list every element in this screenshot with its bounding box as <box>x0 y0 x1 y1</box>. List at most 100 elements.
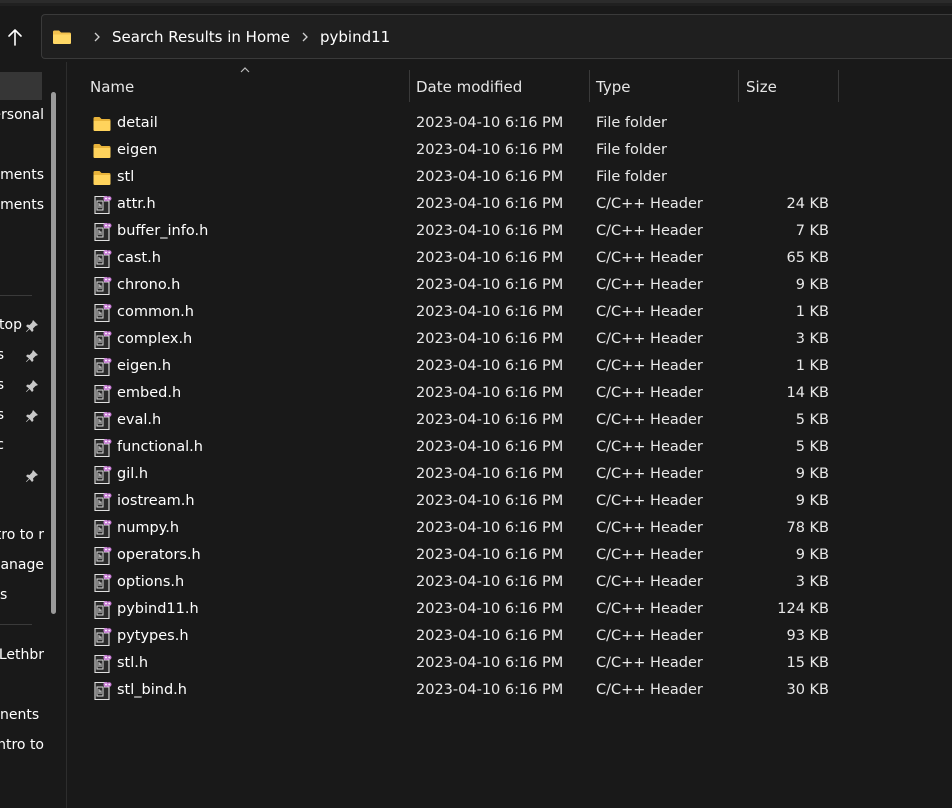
file-row[interactable]: stl_bind.h 2023-04-10 6:16 PM C/C++ Header… <box>67 678 952 705</box>
folder-icon <box>92 141 112 161</box>
nav-item[interactable]: Intro to <box>0 737 44 753</box>
file-row[interactable]: iostream.h 2023-04-10 6:16 PM C/C++ Header… <box>67 489 952 516</box>
file-row[interactable]: common.h 2023-04-10 6:16 PM C/C++ Header 1 … <box>67 300 952 327</box>
file-row[interactable]: operators.h 2023-04-10 6:16 PM C/C++ Heade… <box>67 543 952 570</box>
file-date-modified: 2023-04-10 6:16 PM <box>416 385 564 401</box>
breadcrumb-pybind11[interactable]: pybind11 <box>320 28 390 46</box>
column-header-name[interactable]: Name <box>90 70 134 104</box>
column-header-row: Name Date modified Type Size <box>67 70 952 104</box>
column-resize-handle[interactable] <box>589 70 590 102</box>
file-date-modified: 2023-04-10 6:16 PM <box>416 601 564 617</box>
file-type: C/C++ Header <box>596 439 703 455</box>
address-bar[interactable]: Search Results in Home pybind11 <box>41 14 952 59</box>
header-file-icon <box>92 303 112 323</box>
file-type: C/C++ Header <box>596 601 703 617</box>
file-row[interactable]: pybind11.h 2023-04-10 6:16 PM C/C++ Header… <box>67 597 952 624</box>
nav-item[interactable]: Desktop <box>0 317 22 333</box>
file-row[interactable]: buffer_info.h 2023-04-10 6:16 PM C/C++ Hea… <box>67 219 952 246</box>
column-resize-handle[interactable] <box>738 70 739 102</box>
file-date-modified: 2023-04-10 6:16 PM <box>416 196 564 212</box>
file-row[interactable]: stl.h 2023-04-10 6:16 PM C/C++ Header 15 KB <box>67 651 952 678</box>
nav-item[interactable]: Downloads <box>0 347 4 363</box>
chevron-right-icon[interactable] <box>302 32 308 42</box>
file-size: 15 KB <box>786 655 829 671</box>
nav-divider <box>0 295 32 296</box>
nav-item[interactable]: Intro to r <box>0 527 44 543</box>
column-header-date[interactable]: Date modified <box>416 70 522 104</box>
column-header-type[interactable]: Type <box>596 70 630 104</box>
nav-item[interactable]: Personal <box>0 107 44 123</box>
nav-item[interactable]: Attachments <box>0 197 44 213</box>
file-type: C/C++ Header <box>596 412 703 428</box>
file-type: C/C++ Header <box>596 223 703 239</box>
chevron-right-icon[interactable] <box>94 32 100 42</box>
file-date-modified: 2023-04-10 6:16 PM <box>416 520 564 536</box>
file-type: C/C++ Header <box>596 655 703 671</box>
file-type: C/C++ Header <box>596 385 703 401</box>
file-row[interactable]: numpy.h 2023-04-10 6:16 PM C/C++ Header 78 … <box>67 516 952 543</box>
file-row[interactable]: detail 2023-04-10 6:16 PM File folder <box>67 111 952 138</box>
nav-item[interactable]: Documents <box>0 377 4 393</box>
nav-item[interactable]: s <box>0 587 44 603</box>
file-row[interactable]: chrono.h 2023-04-10 6:16 PM C/C++ Header 9 … <box>67 273 952 300</box>
up-button[interactable] <box>0 18 30 56</box>
nav-divider <box>0 624 32 625</box>
column-resize-handle[interactable] <box>409 70 410 102</box>
nav-item[interactable]: Pictures <box>0 407 4 423</box>
breadcrumb-search-results[interactable]: Search Results in Home <box>112 28 290 46</box>
column-header-size[interactable]: Size <box>746 70 777 104</box>
file-date-modified: 2023-04-10 6:16 PM <box>416 682 564 698</box>
file-date-modified: 2023-04-10 6:16 PM <box>416 439 564 455</box>
file-name: complex.h <box>117 331 193 347</box>
file-date-modified: 2023-04-10 6:16 PM <box>416 574 564 590</box>
file-date-modified: 2023-04-10 6:16 PM <box>416 358 564 374</box>
file-name: cast.h <box>117 250 161 266</box>
nav-scrollbar[interactable] <box>51 92 56 614</box>
file-row[interactable]: attr.h 2023-04-10 6:16 PM C/C++ Header 24 K… <box>67 192 952 219</box>
file-date-modified: 2023-04-10 6:16 PM <box>416 277 564 293</box>
file-row[interactable]: functional.h 2023-04-10 6:16 PM C/C++ Head… <box>67 435 952 462</box>
file-row[interactable]: eigen.h 2023-04-10 6:16 PM C/C++ Header 1 K… <box>67 354 952 381</box>
header-file-icon <box>92 357 112 377</box>
file-name: embed.h <box>117 385 182 401</box>
header-file-icon <box>92 276 112 296</box>
file-row[interactable]: embed.h 2023-04-10 6:16 PM C/C++ Header 14 … <box>67 381 952 408</box>
file-date-modified: 2023-04-10 6:16 PM <box>416 655 564 671</box>
file-row[interactable]: cast.h 2023-04-10 6:16 PM C/C++ Header 65 K… <box>67 246 952 273</box>
file-name: pybind11.h <box>117 601 199 617</box>
header-file-icon <box>92 249 112 269</box>
file-size: 7 KB <box>795 223 829 239</box>
file-name: attr.h <box>117 196 156 212</box>
nav-item[interactable]: Lethbr <box>0 647 44 663</box>
file-size: 1 KB <box>795 304 829 320</box>
nav-item[interactable]: nents <box>0 707 44 723</box>
file-row[interactable]: stl 2023-04-10 6:16 PM File folder <box>67 165 952 192</box>
pin-icon <box>26 470 38 482</box>
header-file-icon <box>92 222 112 242</box>
header-file-icon <box>92 627 112 647</box>
navigation-pane: Personal Documents Attachments Desktop D… <box>0 62 66 808</box>
file-name: numpy.h <box>117 520 180 536</box>
file-name: iostream.h <box>117 493 195 509</box>
file-row[interactable]: eigen 2023-04-10 6:16 PM File folder <box>67 138 952 165</box>
header-file-icon <box>92 546 112 566</box>
file-row[interactable]: eval.h 2023-04-10 6:16 PM C/C++ Header 5 KB <box>67 408 952 435</box>
file-size: 124 KB <box>777 601 829 617</box>
file-name: stl.h <box>117 655 149 671</box>
nav-item[interactable]: Documents <box>0 167 44 183</box>
nav-item[interactable]: Music <box>0 437 4 453</box>
column-resize-handle[interactable] <box>838 70 839 102</box>
file-row[interactable]: gil.h 2023-04-10 6:16 PM C/C++ Header 9 KB <box>67 462 952 489</box>
file-row[interactable]: pytypes.h 2023-04-10 6:16 PM C/C++ Header 9… <box>67 624 952 651</box>
header-file-icon <box>92 681 112 701</box>
header-file-icon <box>92 492 112 512</box>
file-row[interactable]: complex.h 2023-04-10 6:16 PM C/C++ Header 3… <box>67 327 952 354</box>
file-size: 93 KB <box>786 628 829 644</box>
file-name: eigen.h <box>117 358 172 374</box>
nav-item[interactable]: Manage <box>0 557 44 573</box>
file-row[interactable]: options.h 2023-04-10 6:16 PM C/C++ Header 3… <box>67 570 952 597</box>
nav-selected-item[interactable] <box>0 72 42 100</box>
file-size: 30 KB <box>786 682 829 698</box>
header-file-icon <box>92 654 112 674</box>
file-date-modified: 2023-04-10 6:16 PM <box>416 628 564 644</box>
